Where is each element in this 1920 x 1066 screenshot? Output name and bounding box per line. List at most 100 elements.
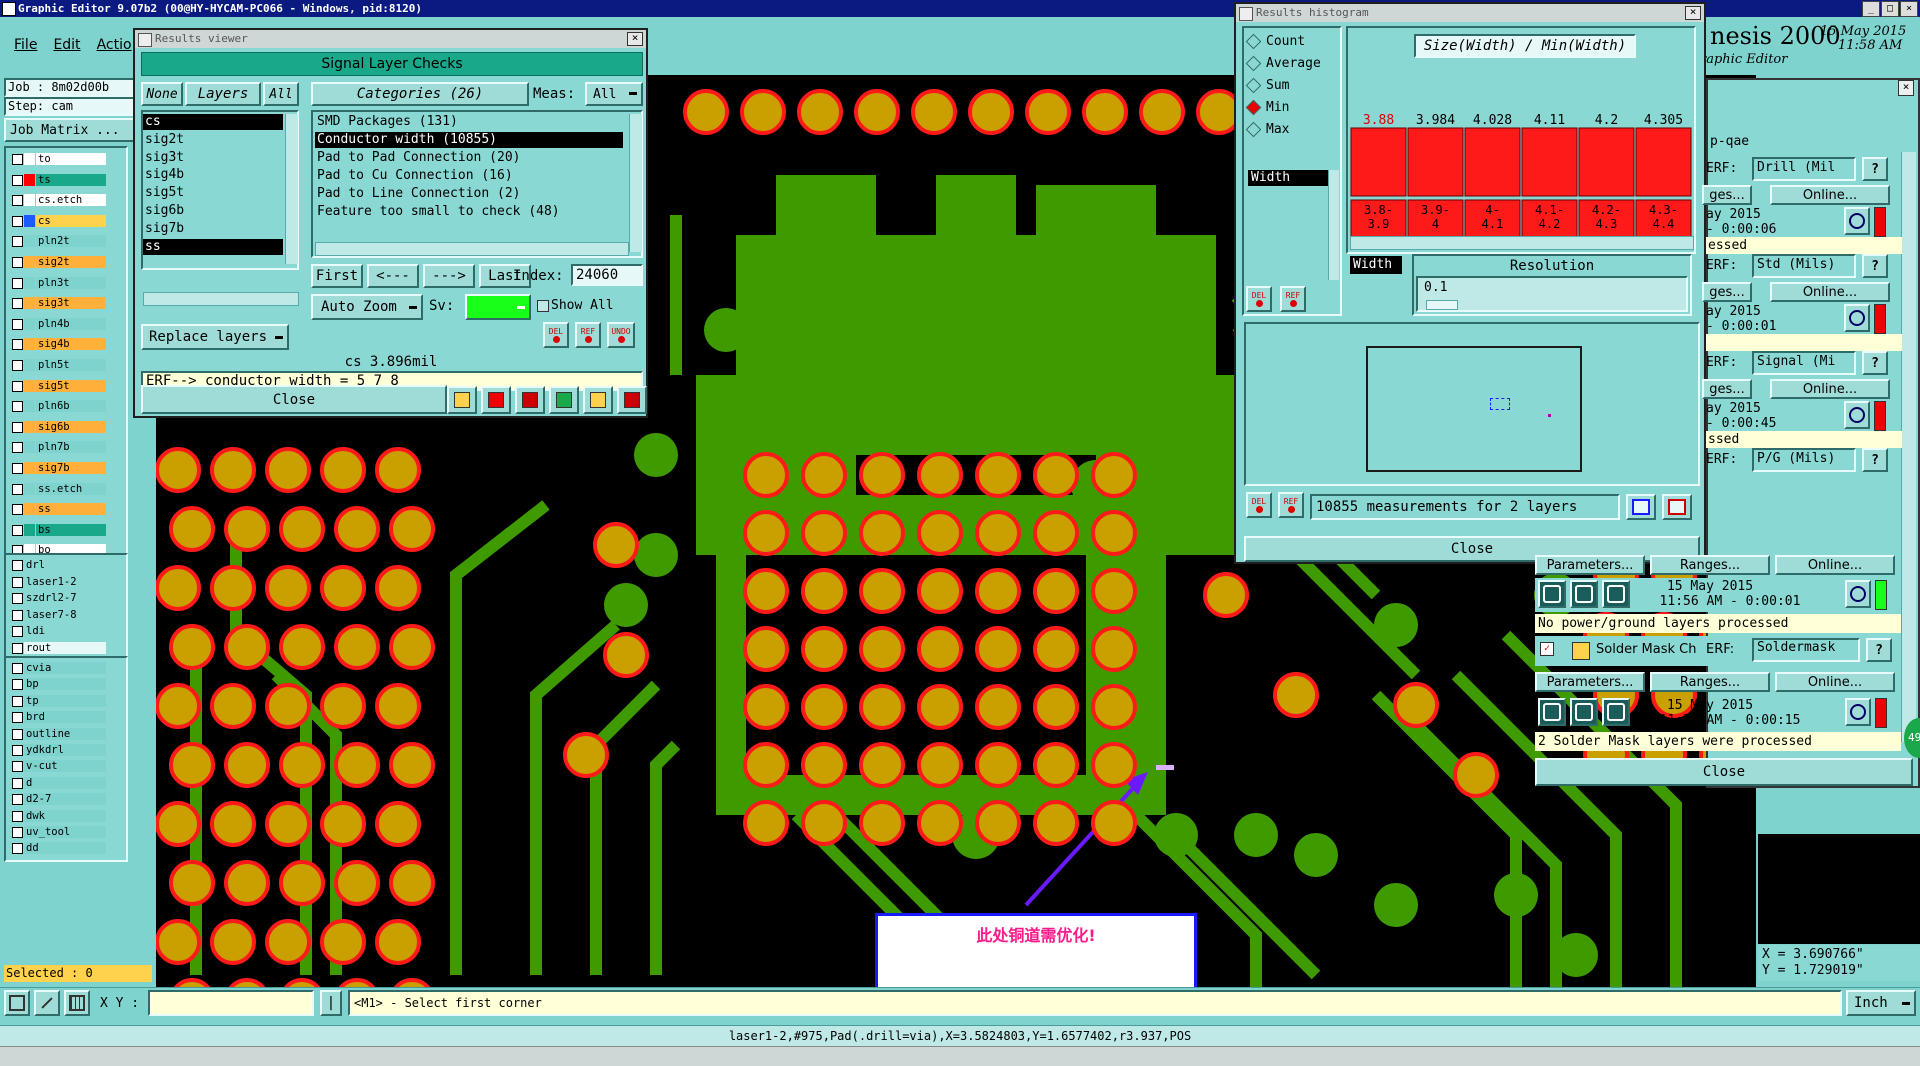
replace-layers-dropdown[interactable]: Replace layers [141,324,289,350]
zoom-area-icon[interactable] [1662,494,1692,520]
help-button[interactable]: ? [1862,157,1888,181]
layer-row[interactable]: bs [10,523,106,537]
pg-parameters-button[interactable]: Parameters... [1535,555,1645,575]
drill-layer-row[interactable]: rout [10,641,106,655]
radio-diamond-icon[interactable] [1245,33,1262,50]
other-layer-row[interactable]: v-cut [10,760,106,773]
select-tool-icon[interactable] [4,990,30,1016]
layer-select-item[interactable]: sig7b [143,221,283,237]
layer-checkbox[interactable] [12,215,23,227]
radio-diamond-icon[interactable] [1245,77,1262,94]
layer-checkbox[interactable] [12,745,23,756]
other-layer-row[interactable]: tp [10,694,106,708]
layer-checkbox[interactable] [12,463,23,474]
layer-select-item[interactable]: sig5t [143,185,283,201]
erf-param[interactable]: Std (Mils) [1752,254,1856,278]
undo-button[interactable]: UNDO [607,322,635,348]
layer-row[interactable]: pln6b [10,400,106,413]
layer-select-item[interactable]: sig6b [143,203,283,219]
layer-row[interactable]: sig4b [10,338,106,351]
drill-layer-row[interactable]: szdrl2-7 [10,592,106,605]
close-icon[interactable]: × [1898,80,1914,96]
run-action-icon[interactable] [1602,698,1630,726]
snap-grid-icon[interactable] [64,990,90,1016]
drill-layer-row[interactable]: drl [10,559,106,572]
online-button[interactable]: Online... [1770,379,1890,399]
solder-mask-help-button[interactable]: ? [1866,638,1892,662]
help-button[interactable]: ? [1862,254,1888,278]
online-button[interactable]: Online... [1770,185,1890,205]
close-icon[interactable]: × [1685,6,1701,20]
layer-checkbox[interactable] [12,174,23,186]
layer-checkbox[interactable] [12,318,23,330]
erf-param[interactable]: Signal (Mi [1752,351,1856,375]
layer-checkbox[interactable] [12,576,23,588]
layer-scrollbar[interactable] [285,114,298,264]
checklist-close-button[interactable]: Close [1535,758,1913,786]
sm-zoom-icon[interactable] [1845,698,1871,726]
sm-ranges-button[interactable]: Ranges... [1650,672,1770,692]
layer-row[interactable]: pln3t [10,276,106,290]
pg-online-button[interactable]: Online... [1775,555,1895,575]
layer-checkbox[interactable] [12,827,23,838]
layer-row[interactable]: sig2t [10,256,106,269]
slider-thumb[interactable] [1426,300,1458,310]
close-button[interactable]: Close [141,385,447,414]
layer-row[interactable]: to [10,153,106,166]
zoom-icon[interactable] [1844,401,1870,429]
minimize-icon[interactable]: _ [1862,1,1880,17]
erf-param[interactable]: Drill (Mil [1752,157,1856,181]
run-action-icon[interactable] [1538,698,1566,726]
measure-tool-icon[interactable] [34,990,60,1016]
layer-select-item[interactable]: cs [143,114,283,130]
layer-checkbox[interactable] [12,695,23,707]
other-layer-row[interactable]: bp [10,678,106,691]
drill-layer-row[interactable]: laser7-8 [10,608,106,622]
layer-row[interactable]: cs.etch [10,194,106,207]
layer-row[interactable]: sig6b [10,420,106,434]
layer-checkbox[interactable] [12,524,23,536]
layers-button[interactable]: Layers [185,82,261,106]
maximize-icon[interactable]: □ [1881,1,1899,17]
layer-checkbox[interactable] [12,642,23,654]
checklist-scrollbar[interactable] [1901,152,1916,742]
layer-checkbox[interactable] [12,679,23,691]
layer-checkbox[interactable] [12,154,23,165]
index-input[interactable]: 24060 [571,264,643,286]
show-all-checkbox[interactable] [537,300,549,312]
layer-checkbox[interactable] [12,663,23,674]
layer-checkbox[interactable] [12,593,23,604]
auto-zoom-dropdown[interactable]: Auto Zoom [311,294,423,320]
sm-online-button[interactable]: Online... [1775,672,1895,692]
help-button[interactable]: ? [1862,448,1888,472]
layer-select-item[interactable]: sig3t [143,150,283,166]
layer-row[interactable]: pln5t [10,359,106,372]
other-layer-row[interactable]: brd [10,711,106,724]
menu-item[interactable]: Edit [53,37,80,53]
category-scrollbar[interactable] [629,114,642,252]
histogram-bar[interactable] [1578,127,1635,197]
layer-checkbox[interactable] [12,257,23,268]
layer-checkbox[interactable] [12,298,23,310]
layer-checkbox[interactable] [12,728,23,740]
zoom-icon[interactable] [1844,304,1870,332]
menu-item[interactable]: Actio [97,37,132,53]
prev-del-button[interactable]: DEL [1246,492,1272,518]
layer-checkbox[interactable] [12,794,23,806]
radio-diamond-icon[interactable] [1245,121,1262,138]
run-action-icon[interactable] [1570,698,1598,726]
histogram-bar[interactable] [1464,127,1521,197]
category-item[interactable]: Feature too small to check (48) [315,204,623,220]
all-button[interactable]: All [263,82,299,106]
cursor-toggle-icon[interactable]: | [320,990,342,1016]
ranges-button[interactable]: ges... [1702,379,1752,399]
run-action-icon[interactable] [1602,580,1630,608]
sm-parameters-button[interactable]: Parameters... [1535,672,1645,692]
nav-button-2[interactable]: <--- [367,264,419,288]
layer-checkbox[interactable] [12,843,23,855]
other-layer-row[interactable]: d2-7 [10,793,106,806]
layer-select-item[interactable]: sig4b [143,167,283,183]
other-layer-row[interactable]: outline [10,727,106,741]
field-selected[interactable]: Width [1248,170,1328,186]
layer-row[interactable]: sig3t [10,297,106,310]
